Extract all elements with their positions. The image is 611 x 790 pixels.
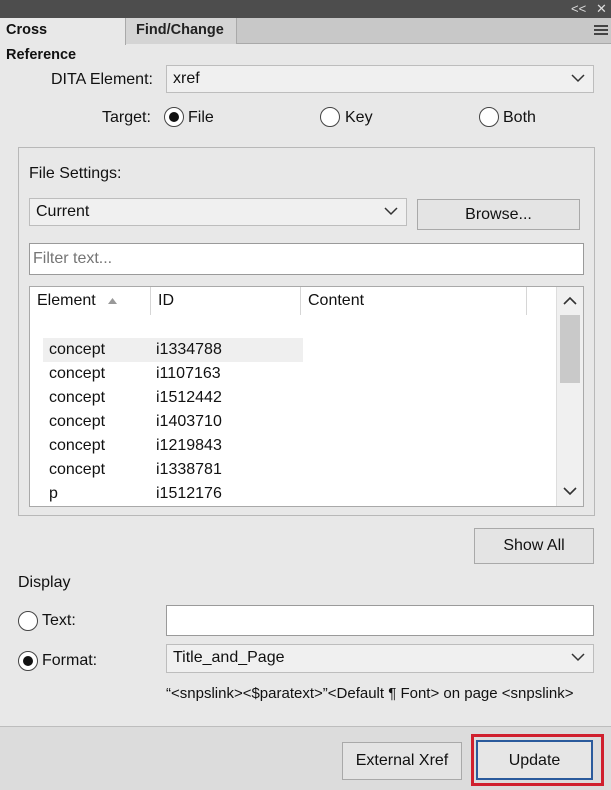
panel-top-strip: << ✕ bbox=[0, 0, 611, 18]
sort-ascending-icon bbox=[108, 298, 117, 304]
column-header-id[interactable]: ID bbox=[151, 287, 301, 315]
cell-element: concept bbox=[49, 341, 106, 358]
external-xref-button[interactable]: External Xref bbox=[342, 742, 462, 780]
filter-text-input[interactable] bbox=[29, 243, 584, 275]
format-dropdown[interactable]: Title_and_Page bbox=[166, 644, 594, 673]
update-button[interactable]: Update bbox=[476, 740, 593, 780]
cell-element: p bbox=[49, 485, 58, 502]
display-format-label: Format: bbox=[42, 652, 98, 669]
target-both-radio[interactable] bbox=[479, 107, 499, 127]
target-key-radio[interactable] bbox=[320, 107, 340, 127]
table-row[interactable]: concept i1338781 bbox=[43, 458, 303, 482]
panel-menu-icon[interactable] bbox=[594, 25, 608, 37]
scroll-up-icon[interactable] bbox=[563, 296, 577, 305]
tab-cross-reference[interactable]: Cross Reference bbox=[0, 18, 126, 63]
scroll-down-icon[interactable] bbox=[563, 487, 577, 496]
column-id-label: ID bbox=[158, 292, 174, 309]
dita-element-value: xref bbox=[173, 70, 200, 87]
table-row[interactable]: concept i1334788 bbox=[43, 338, 303, 362]
cell-element: concept bbox=[49, 389, 106, 406]
target-file-label: File bbox=[188, 109, 214, 126]
file-settings-label: File Settings: bbox=[29, 165, 122, 182]
close-panel-icon[interactable]: ✕ bbox=[596, 0, 607, 18]
column-element-label: Element bbox=[37, 292, 96, 309]
target-key-label: Key bbox=[345, 109, 373, 126]
column-header-element[interactable]: Element bbox=[30, 287, 151, 315]
chevron-down-icon bbox=[384, 207, 398, 216]
column-header-content[interactable]: Content bbox=[301, 287, 527, 315]
scrollbar-thumb[interactable] bbox=[560, 315, 580, 383]
file-source-value: Current bbox=[36, 203, 90, 220]
browse-button[interactable]: Browse... bbox=[417, 199, 580, 230]
display-format-radio[interactable] bbox=[18, 651, 38, 671]
cell-element: concept bbox=[49, 365, 106, 382]
display-text-input[interactable] bbox=[166, 605, 594, 636]
display-text-label: Text: bbox=[42, 612, 76, 629]
cell-element: concept bbox=[49, 413, 106, 430]
table-row[interactable]: p i1512176 bbox=[43, 482, 303, 506]
target-both-label: Both bbox=[503, 109, 536, 126]
element-list[interactable]: Element ID Content concept i1334788 conce… bbox=[29, 286, 584, 507]
tab-find-change[interactable]: Find/Change bbox=[126, 18, 237, 44]
cell-id: i1338781 bbox=[156, 461, 222, 478]
cell-id: i1334788 bbox=[156, 341, 222, 358]
chevron-down-icon bbox=[571, 74, 585, 83]
table-row[interactable]: concept i1403710 bbox=[43, 410, 303, 434]
cell-id: i1219843 bbox=[156, 437, 222, 454]
list-scrollbar[interactable] bbox=[556, 287, 583, 506]
display-text-radio[interactable] bbox=[18, 611, 38, 631]
cell-element: concept bbox=[49, 461, 106, 478]
table-row[interactable]: concept i1107163 bbox=[43, 362, 303, 386]
cell-id: i1403710 bbox=[156, 413, 222, 430]
show-all-button[interactable]: Show All bbox=[474, 528, 594, 564]
format-value: Title_and_Page bbox=[173, 649, 285, 666]
file-source-dropdown[interactable]: Current bbox=[29, 198, 407, 226]
chevron-down-icon bbox=[571, 653, 585, 662]
target-label: Target: bbox=[102, 109, 151, 126]
display-label: Display bbox=[18, 574, 71, 591]
format-preview-text: “<snpslink><$paratext>”<Default ¶ Font> … bbox=[166, 685, 574, 702]
dita-element-dropdown[interactable]: xref bbox=[166, 65, 594, 93]
collapse-panel-icon[interactable]: << bbox=[571, 0, 586, 18]
cell-id: i1107163 bbox=[156, 365, 221, 382]
cell-id: i1512176 bbox=[156, 485, 222, 502]
table-row[interactable]: concept i1219843 bbox=[43, 434, 303, 458]
tab-bar: Cross Reference Find/Change bbox=[0, 18, 611, 63]
table-row[interactable]: concept i1512442 bbox=[43, 386, 303, 410]
cell-element: concept bbox=[49, 437, 106, 454]
column-content-label: Content bbox=[308, 292, 365, 309]
cell-id: i1512442 bbox=[156, 389, 222, 406]
target-file-radio[interactable] bbox=[164, 107, 184, 127]
dita-element-label: DITA Element: bbox=[51, 71, 153, 88]
